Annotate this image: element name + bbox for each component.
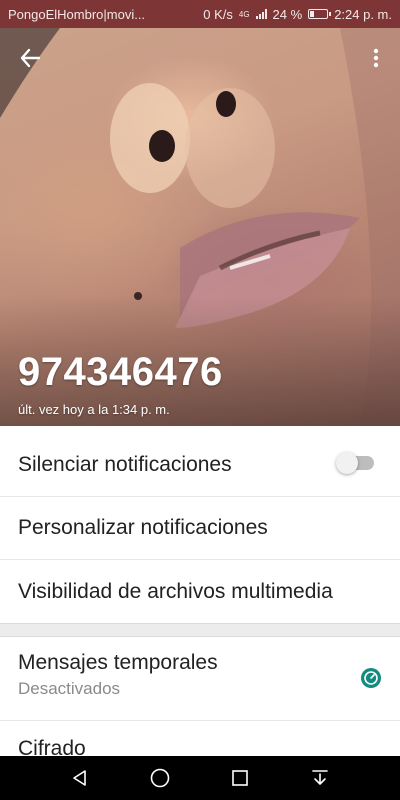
custom-notifications-row[interactable]: Personalizar notificaciones — [0, 497, 400, 560]
circle-home-icon — [150, 768, 170, 788]
nav-notifications-button[interactable] — [300, 758, 340, 798]
toggle-knob — [336, 452, 358, 474]
mute-toggle[interactable] — [336, 452, 374, 474]
last-seen: últ. vez hoy a la 1:34 p. m. — [18, 402, 170, 417]
status-bar: PongoElHombro|movi... 0 K/s 4G 24 % 2:24… — [0, 0, 400, 28]
section-divider — [0, 623, 400, 637]
media-visibility-row[interactable]: Visibilidad de archivos multimedia — [0, 560, 400, 623]
pull-down-icon — [312, 770, 328, 785]
back-button[interactable] — [10, 38, 50, 78]
encryption-row[interactable]: Cifrado — [0, 721, 400, 761]
notification-text: PongoElHombro|movi... — [8, 6, 146, 22]
battery-fill — [310, 11, 315, 17]
disappearing-messages-row[interactable]: Mensajes temporales Desactivados — [0, 637, 400, 721]
battery-percent: 24 % — [272, 6, 303, 22]
system-navigation-bar — [0, 756, 400, 800]
profile-photo[interactable]: 974346476 últ. vez hoy a la 1:34 p. m. — [0, 28, 400, 426]
nav-home-button[interactable] — [140, 758, 180, 798]
disappearing-messages-label: Mensajes temporales — [18, 651, 218, 674]
privacy-settings: Mensajes temporales Desactivados Cifrado — [0, 637, 400, 761]
battery-icon — [308, 9, 332, 19]
network-type: 4G — [238, 9, 250, 19]
square-recents-icon — [232, 770, 248, 786]
mute-notifications-row[interactable]: Silenciar notificaciones — [0, 434, 400, 497]
more-options-button[interactable] — [356, 38, 396, 78]
more-vert-icon — [373, 48, 379, 68]
status-icons: 0 K/s 4G 24 % 2:24 p. m. — [203, 7, 392, 22]
notification-settings: Silenciar notificaciones Personalizar no… — [0, 434, 400, 623]
nav-recents-button[interactable] — [220, 758, 260, 798]
contact-name: 974346476 — [18, 350, 223, 394]
nav-back-button[interactable] — [60, 758, 100, 798]
mute-notifications-label: Silenciar notificaciones — [18, 453, 232, 476]
network-speed: 0 K/s — [203, 6, 233, 22]
timer-icon — [361, 668, 381, 688]
signal-icon — [255, 9, 267, 19]
arrow-back-icon — [20, 48, 41, 68]
clock: 2:24 p. m. — [334, 6, 392, 22]
disappearing-messages-value: Desactivados — [18, 679, 121, 698]
media-visibility-label: Visibilidad de archivos multimedia — [18, 579, 333, 603]
triangle-back-icon — [73, 770, 86, 786]
custom-notifications-label: Personalizar notificaciones — [18, 516, 268, 539]
